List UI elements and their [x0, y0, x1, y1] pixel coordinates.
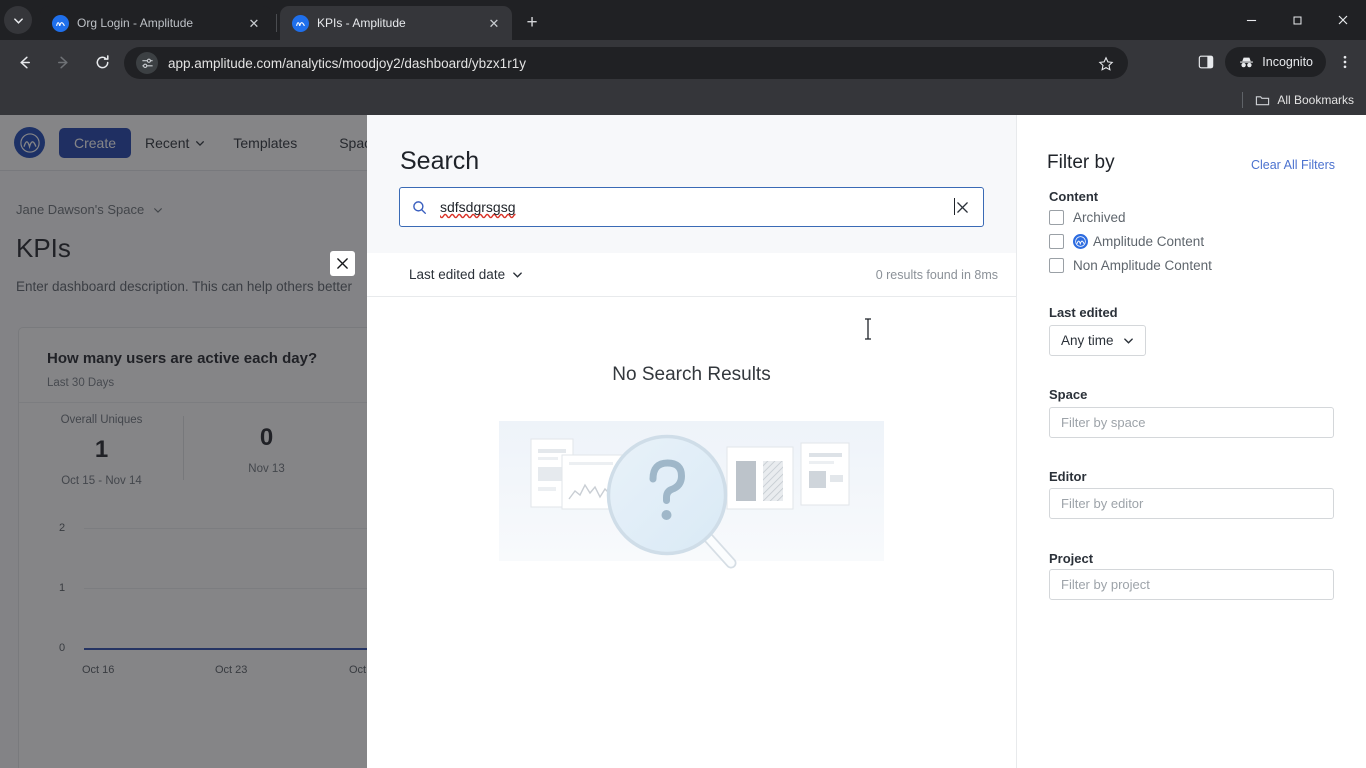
filter-section-space-label: Space — [1049, 387, 1088, 402]
tab-close-button[interactable]: ✕ — [244, 13, 264, 33]
incognito-icon — [1240, 57, 1254, 67]
empty-state-title: No Search Results — [612, 364, 771, 385]
amplitude-badge-icon — [1073, 234, 1088, 249]
forward-arrow-icon — [57, 56, 68, 69]
all-bookmarks-label: All Bookmarks — [1277, 93, 1354, 107]
search-input[interactable]: sdfsdgrsgsg — [399, 187, 984, 227]
text-cursor — [863, 318, 873, 345]
sort-dropdown[interactable]: Last edited date — [409, 267, 523, 282]
filter-section-content-label: Content — [1049, 189, 1099, 204]
tab-search-button[interactable] — [4, 6, 32, 34]
search-icon — [412, 200, 432, 215]
search-heading: Search — [400, 147, 480, 175]
tab-title: Org Login - Amplitude — [77, 16, 194, 30]
space-filter-input[interactable]: Filter by space — [1049, 407, 1334, 438]
page-viewport: Create Recent Templates Spaces Jane Daws… — [0, 115, 1366, 768]
modal-close-button[interactable] — [330, 251, 355, 276]
bookmark-star-icon[interactable] — [1094, 52, 1118, 76]
browser-toolbar: app.amplitude.com/analytics/moodjoy2/das… — [0, 40, 1366, 85]
browser-tab-0[interactable]: Org Login - Amplitude ✕ — [40, 6, 272, 40]
checkbox-label: Archived — [1073, 210, 1126, 225]
last-edited-select[interactable]: Any time — [1049, 325, 1146, 356]
last-edited-value: Any time — [1061, 333, 1114, 348]
all-bookmarks-button[interactable]: All Bookmarks — [1255, 93, 1354, 108]
tab-title: KPIs - Amplitude — [317, 16, 406, 30]
site-settings-icon[interactable] — [136, 52, 158, 74]
tab-close-button[interactable]: ✕ — [484, 13, 504, 33]
toolbar-right-actions: Incognito — [1189, 45, 1362, 79]
search-modal: Search sdfsdgrsgsg Last edited date 0 re — [367, 115, 1366, 768]
editor-filter-input[interactable]: Filter by editor — [1049, 488, 1334, 519]
checkbox-icon[interactable] — [1049, 210, 1064, 225]
space-filter-placeholder: Filter by space — [1061, 415, 1146, 430]
chevron-down-icon — [513, 272, 522, 278]
checkbox-label-wrap: Amplitude Content — [1073, 234, 1204, 249]
close-icon — [337, 258, 348, 269]
three-dot-menu-icon[interactable] — [1328, 45, 1362, 79]
clear-all-filters-link[interactable]: Clear All Filters — [1251, 158, 1335, 172]
close-icon — [1338, 15, 1348, 25]
filter-heading: Filter by — [1047, 152, 1115, 173]
incognito-indicator[interactable]: Incognito — [1225, 47, 1326, 77]
side-panel-icon[interactable] — [1189, 45, 1223, 79]
filter-section-project-label: Project — [1049, 551, 1094, 566]
amplitude-favicon — [52, 14, 69, 32]
clear-x-icon — [956, 201, 968, 213]
project-filter-placeholder: Filter by project — [1061, 577, 1150, 592]
filter-pane: Filter by Clear All Filters Content Arch… — [1017, 115, 1366, 768]
sort-bar: Last edited date 0 results found in 8ms — [367, 253, 1016, 297]
address-bar[interactable]: app.amplitude.com/analytics/moodjoy2/das… — [124, 47, 1128, 79]
bookmarks-bar: All Bookmarks — [0, 85, 1366, 115]
window-controls — [1228, 0, 1366, 40]
search-results-pane: Search sdfsdgrsgsg Last edited date 0 re — [367, 115, 1017, 768]
plus-icon: + — [526, 11, 538, 33]
reload-icon — [96, 55, 109, 69]
checkbox-icon[interactable] — [1049, 258, 1064, 273]
sort-label-text: Last edited date — [409, 267, 506, 282]
bookmarks-divider — [1242, 92, 1244, 108]
search-query-text: sdfsdgrsgsg — [440, 199, 516, 215]
url-text: app.amplitude.com/analytics/moodjoy2/das… — [168, 55, 526, 71]
browser-tab-1[interactable]: KPIs - Amplitude ✕ — [280, 6, 512, 40]
chevron-down-icon — [1123, 338, 1133, 344]
tab-divider — [276, 14, 277, 32]
maximize-button[interactable] — [1274, 0, 1320, 40]
filter-checkbox-non-amplitude-content[interactable]: Non Amplitude Content — [1049, 258, 1212, 273]
filter-checkbox-archived[interactable]: Archived — [1049, 210, 1126, 225]
filter-section-last-edited-label: Last edited — [1049, 305, 1118, 320]
project-filter-input[interactable]: Filter by project — [1049, 569, 1334, 600]
reload-button[interactable] — [85, 46, 119, 80]
search-input-value: sdfsdgrsgsg — [432, 198, 955, 215]
close-window-button[interactable] — [1320, 0, 1366, 40]
forward-button[interactable] — [46, 46, 80, 80]
filter-section-editor-label: Editor — [1049, 469, 1087, 484]
new-tab-button[interactable]: + — [518, 8, 546, 36]
clear-search-button[interactable] — [953, 201, 971, 214]
magnifying-glass-question-illustration — [499, 411, 884, 577]
tab-strip: Org Login - Amplitude ✕ KPIs - Amplitude… — [0, 0, 1366, 40]
checkbox-icon[interactable] — [1049, 234, 1064, 249]
filter-checkbox-amplitude-content[interactable]: Amplitude Content — [1049, 234, 1204, 249]
search-header: Search sdfsdgrsgsg — [367, 115, 1016, 253]
back-arrow-icon — [19, 56, 30, 69]
chevron-down-icon — [13, 17, 23, 24]
result-count: 0 results found in 8ms — [875, 267, 998, 282]
folder-icon — [1256, 95, 1270, 105]
minimize-icon — [1246, 19, 1256, 21]
editor-filter-placeholder: Filter by editor — [1061, 496, 1144, 511]
amplitude-favicon — [292, 14, 309, 32]
checkbox-label: Amplitude Content — [1093, 234, 1205, 249]
maximize-icon — [1293, 16, 1301, 24]
checkbox-label: Non Amplitude Content — [1073, 258, 1212, 273]
empty-state: No Search Results — [367, 297, 1016, 768]
back-button[interactable] — [7, 46, 41, 80]
minimize-button[interactable] — [1228, 0, 1274, 40]
incognito-label: Incognito — [1262, 55, 1313, 69]
